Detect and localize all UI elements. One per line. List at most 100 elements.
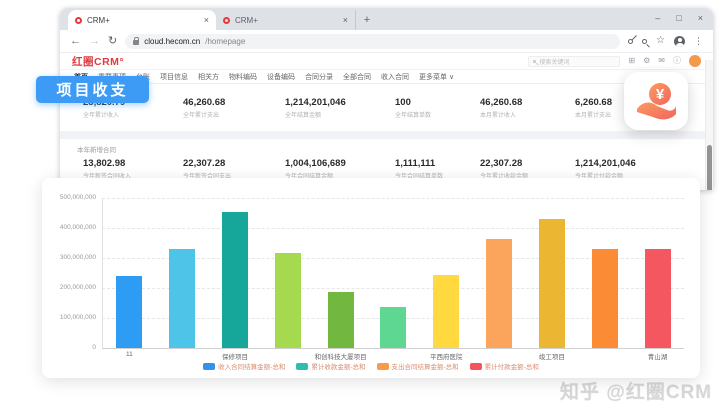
tab-close-icon[interactable]: ×	[204, 15, 209, 25]
nav-item-9[interactable]: 收入合同	[381, 72, 409, 82]
y-tick-label: 400,000,000	[44, 224, 96, 231]
stat-column: 1,214,201,046全年结算金额	[285, 97, 395, 119]
bar-保修项目[interactable]	[222, 212, 248, 348]
bar-11[interactable]	[116, 276, 142, 348]
browser-window: CRM+ × CRM+ × + – □ × ← → ↻ cloud.hecom.…	[60, 8, 713, 190]
address-bar[interactable]: cloud.hecom.cn/homepage	[125, 34, 620, 49]
x-tick-label	[578, 351, 631, 361]
bookmark-star-icon[interactable]: ☆	[656, 36, 665, 46]
crm-favicon-icon	[223, 17, 230, 24]
search-placeholder: 搜索关键词	[539, 57, 569, 66]
tab-close-icon[interactable]: ×	[343, 15, 348, 25]
close-button[interactable]: ×	[698, 13, 703, 23]
chart-legend: 收入合同结算金额-总和 累计收款金额-总和 支出合同结算金额-总和 累计付款金额-总和	[42, 361, 700, 371]
nav-item-10[interactable]: 更多菜单 ∨	[419, 72, 454, 82]
menu-dots-icon[interactable]: ⋮	[694, 37, 703, 46]
scrollbar-thumb[interactable]	[707, 145, 712, 190]
nav-item-4[interactable]: 相关方	[198, 72, 219, 82]
yuan-hand-icon: ¥	[635, 81, 677, 121]
legend-swatch-icon	[470, 363, 482, 370]
legend-swatch-icon	[296, 363, 308, 370]
y-tick-label: 0	[44, 344, 96, 351]
crm-favicon-icon	[75, 17, 82, 24]
app-logo[interactable]: 红圈CRM°	[72, 54, 124, 69]
minimize-button[interactable]: –	[655, 13, 660, 23]
x-tick-label	[261, 351, 314, 361]
y-tick-label: 500,000,000	[44, 194, 96, 201]
stat-label: 全年结算金额	[285, 110, 395, 119]
section-divider	[60, 132, 713, 139]
x-axis-line	[102, 348, 684, 349]
x-tick-label: 保修项目	[209, 351, 262, 361]
bar-5[interactable]	[380, 307, 406, 348]
legend-label: 累计收款金额-总和	[311, 361, 365, 371]
legend-item[interactable]: 收入合同结算金额-总和	[203, 361, 285, 371]
nav-item-3[interactable]: 项目信息	[160, 72, 188, 82]
x-tick-label	[156, 351, 209, 361]
legend-label: 收入合同结算金额-总和	[218, 361, 285, 371]
profile-avatar-icon[interactable]	[674, 36, 685, 47]
app-header-right: 搜索关键词 ⊞ ⚙ ✉ ⓘ	[528, 55, 701, 67]
bar-青山湖[interactable]	[645, 249, 671, 348]
bar-和创科技大厦项目[interactable]	[328, 292, 354, 348]
y-tick-label: 100,000,000	[44, 314, 96, 321]
legend-swatch-icon	[203, 363, 215, 370]
forward-button[interactable]: →	[89, 36, 100, 47]
stat-column: 1,214,201,046今年累计付款金额	[575, 158, 713, 180]
lock-icon	[133, 40, 139, 45]
url-domain: cloud.hecom.cn	[144, 37, 200, 46]
x-tick-label	[473, 351, 526, 361]
bar-平西府医院[interactable]	[433, 275, 459, 348]
x-tick-label: 和创科技大厦项目	[314, 351, 367, 361]
stats-row-1: 23,820.79全年累计收入46,260.68全年累计支出1,214,201,…	[60, 84, 713, 132]
back-button[interactable]: ←	[70, 36, 81, 47]
legend-item[interactable]: 累计付款金额-总和	[470, 361, 539, 371]
stat-value: 1,214,201,046	[575, 158, 713, 169]
zhihu-watermark: 知乎 @红圈CRM	[560, 377, 712, 404]
message-icon[interactable]: ✉	[658, 57, 665, 65]
stat-label: 全年累计支出	[183, 110, 285, 119]
reload-button[interactable]: ↻	[108, 36, 117, 47]
nav-item-6[interactable]: 设备编码	[267, 72, 295, 82]
yuan-hand-sticker[interactable]: ¥	[624, 72, 688, 130]
zoom-icon[interactable]	[642, 39, 647, 44]
bar-竣工项目[interactable]	[539, 219, 565, 348]
stat-column: 13,802.98今年新签合同收入	[83, 158, 183, 180]
nav-item-5[interactable]: 物料编码	[229, 72, 257, 82]
user-avatar[interactable]	[689, 55, 701, 67]
stat-label: 本月累计收入	[480, 110, 575, 119]
help-icon[interactable]: ⓘ	[673, 57, 681, 65]
stat-value: 100	[395, 97, 480, 108]
new-tab-button[interactable]: +	[356, 14, 378, 26]
nav-item-7[interactable]: 合同分录	[305, 72, 333, 82]
apps-icon[interactable]: ⊞	[628, 57, 635, 65]
bar-1[interactable]	[169, 249, 195, 348]
bar-9[interactable]	[592, 249, 618, 348]
x-axis-labels: 11保修项目和创科技大厦项目平西府医院竣工项目青山湖	[103, 351, 684, 361]
app-nav: 首页重要事项台账项目信息相关方物料编码设备编码合同分录全部合同收入合同更多菜单 …	[60, 70, 713, 84]
y-tick-label: 200,000,000	[44, 284, 96, 291]
settings-icon[interactable]: ⚙	[643, 57, 650, 65]
tab-title: CRM+	[87, 16, 199, 25]
bar-chart-card: 500,000,000 400,000,000 300,000,000 200,000…	[42, 178, 700, 378]
stat-column: 46,260.68本月累计收入	[480, 97, 575, 119]
tab-crm-2[interactable]: CRM+ ×	[216, 10, 356, 30]
maximize-button[interactable]: □	[676, 13, 681, 23]
legend-item[interactable]: 支出合同结算金额-总和	[377, 361, 459, 371]
x-tick-label: 11	[103, 351, 156, 361]
legend-item[interactable]: 累计收款金额-总和	[296, 361, 365, 371]
x-tick-label: 平西府医院	[420, 351, 473, 361]
y-tick-label: 300,000,000	[44, 254, 96, 261]
nav-item-8[interactable]: 全部合同	[343, 72, 371, 82]
app-search-input[interactable]: 搜索关键词	[528, 56, 620, 67]
tab-title: CRM+	[235, 16, 338, 25]
project-income-expense-badge[interactable]: 项目收支	[36, 76, 149, 103]
browser-scrollbar[interactable]	[705, 60, 713, 190]
bar-7[interactable]	[486, 239, 512, 348]
stat-column: 1,004,106,689今年合同结算金额	[285, 158, 395, 180]
legend-swatch-icon	[377, 363, 389, 370]
password-key-icon[interactable]	[627, 37, 634, 44]
stat-value: 1,111,111	[395, 158, 480, 169]
bar-3[interactable]	[275, 253, 301, 348]
tab-crm-1[interactable]: CRM+ ×	[68, 10, 216, 30]
